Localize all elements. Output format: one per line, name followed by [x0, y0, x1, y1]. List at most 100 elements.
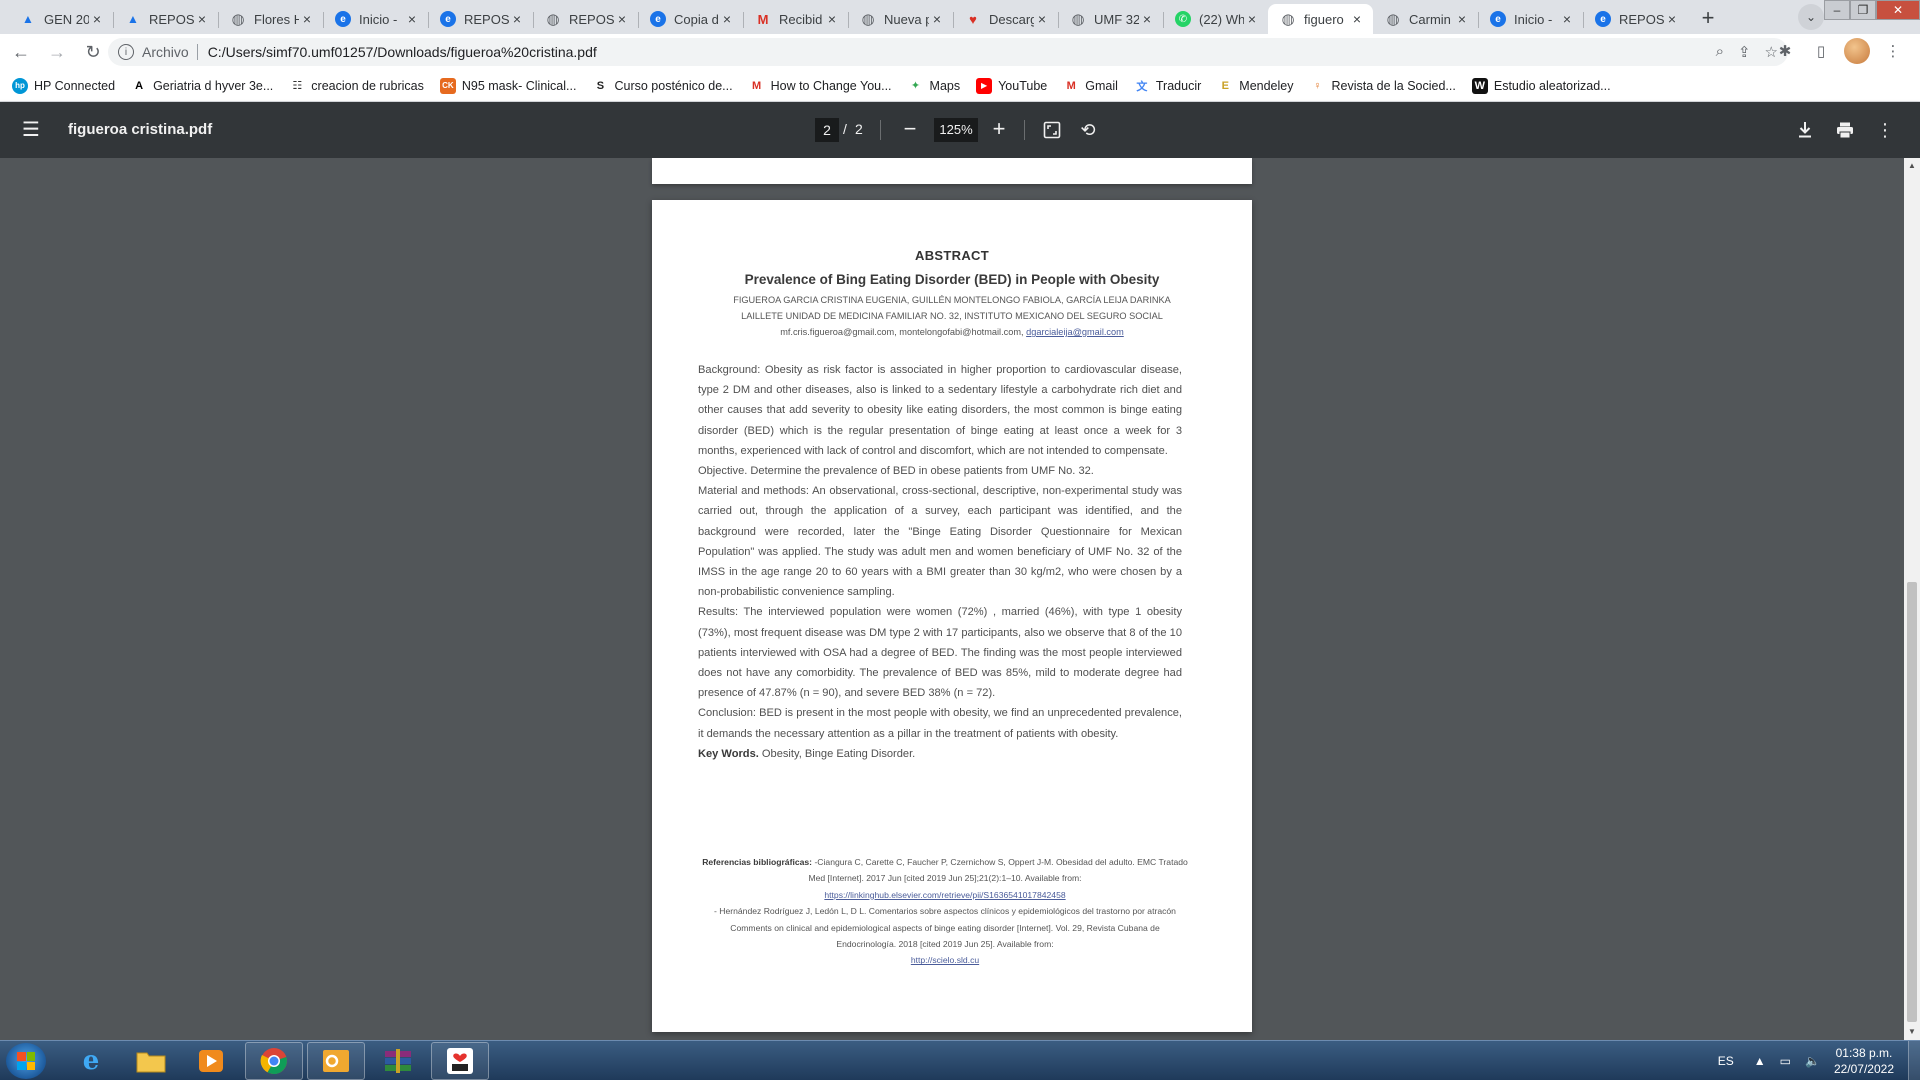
bookmark-item[interactable]: ♀ Revista de la Socied... — [1309, 78, 1456, 94]
close-tab-icon[interactable]: × — [1139, 11, 1155, 27]
close-tab-icon[interactable]: × — [1664, 11, 1680, 27]
close-tab-icon[interactable]: × — [1454, 11, 1470, 27]
browser-tab[interactable]: e Inicio - × — [1478, 4, 1583, 34]
browser-tab[interactable]: e REPOSI × — [428, 4, 533, 34]
language-indicator[interactable]: ES — [1718, 1054, 1734, 1068]
bookmark-item[interactable]: ☷ creacion de rubricas — [289, 78, 424, 94]
system-tray: ES ▲ ▭ 🔈 01:38 p.m. 22/07/2022 — [1718, 1041, 1920, 1080]
close-window-button[interactable]: ✕ — [1876, 0, 1920, 20]
media-player-icon[interactable] — [182, 1042, 240, 1080]
close-tab-icon[interactable]: × — [824, 11, 840, 27]
bookmark-item[interactable]: M How to Change You... — [749, 78, 892, 94]
download-button[interactable] — [1793, 118, 1817, 142]
address-bar[interactable]: i Archivo C:/Users/simf70.umf01257/Downl… — [108, 38, 1788, 66]
scrollbar-thumb[interactable] — [1907, 582, 1917, 1022]
pdf-viewport[interactable]: ABSTRACT Prevalence of Bing Eating Disor… — [0, 158, 1920, 1040]
conclusion-paragraph: Conclusion: BED is present in the most p… — [698, 707, 1182, 740]
browser-tab[interactable]: ◍ REPOSI × — [533, 4, 638, 34]
close-tab-icon[interactable]: × — [1034, 11, 1050, 27]
browser-tab[interactable]: ♥ Descarg × — [953, 4, 1058, 34]
internet-explorer-icon[interactable]: e — [62, 1042, 120, 1080]
side-panel-icon[interactable]: ▯ — [1808, 38, 1834, 64]
bookmark-item[interactable]: E Mendeley — [1217, 78, 1294, 94]
chevron-down-icon: ⌄ — [1805, 10, 1817, 24]
back-button[interactable]: ← — [6, 37, 36, 67]
minimize-button[interactable]: – — [1824, 0, 1850, 20]
abstract-title: Prevalence of Bing Eating Disorder (BED)… — [744, 272, 1160, 287]
bookmark-item[interactable]: ✦ Maps — [908, 78, 960, 94]
fit-to-page-button[interactable] — [1040, 118, 1064, 142]
bookmark-item[interactable]: CK N95 mask- Clinical... — [439, 77, 576, 94]
bookmark-item[interactable]: A Geriatria d hyver 3e... — [131, 78, 273, 94]
figure-icon: ♀ — [1313, 79, 1322, 92]
viewer-scrollbar[interactable]: ▲ ▼ — [1904, 158, 1920, 1040]
zoom-level-input[interactable]: 125% — [934, 118, 978, 142]
close-tab-icon[interactable]: × — [1349, 11, 1365, 27]
chrome-taskbar-button[interactable] — [245, 1042, 303, 1080]
browser-tab[interactable]: ▲ REPOSI × — [113, 4, 218, 34]
browser-tab[interactable]: M Recibid × — [743, 4, 848, 34]
email-link[interactable]: dgarcialeija@gmail.com — [1026, 327, 1124, 337]
forward-button[interactable]: → — [42, 37, 72, 67]
browser-tab[interactable]: e Inicio - × — [323, 4, 428, 34]
bookmark-item[interactable]: ▶ YouTube — [976, 77, 1047, 94]
close-tab-icon[interactable]: × — [1559, 11, 1575, 27]
maximize-button[interactable]: ❐ — [1850, 0, 1876, 20]
bookmark-item[interactable]: hp HP Connected — [12, 77, 116, 94]
browser-tab[interactable]: ◍ Nueva p × — [848, 4, 953, 34]
close-tab-icon[interactable]: × — [719, 11, 735, 27]
close-tab-icon[interactable]: × — [404, 11, 420, 27]
reference-1-link[interactable]: https://linkinghub.elsevier.com/retrieve… — [700, 887, 1190, 903]
zoom-in-button[interactable]: + — [987, 118, 1011, 142]
extensions-icon[interactable]: ✱ — [1772, 38, 1798, 64]
close-tab-icon[interactable]: × — [1244, 11, 1260, 27]
browser-tab[interactable]: ◍ Flores H × — [218, 4, 323, 34]
page-number-input[interactable]: 2 — [815, 118, 839, 142]
close-tab-icon[interactable]: × — [614, 11, 630, 27]
zoom-magnifier-icon[interactable]: ⌕ — [1716, 43, 1724, 61]
bookmark-label: HP Connected — [34, 78, 116, 93]
scroll-down-arrow-icon[interactable]: ▼ — [1904, 1024, 1920, 1040]
browser-tab[interactable]: ◍ UMF 32 × — [1058, 4, 1163, 34]
close-tab-icon[interactable]: × — [509, 11, 525, 27]
bookmark-item[interactable]: S Curso posténico de... — [592, 78, 733, 94]
browser-tab[interactable]: e REPOSI × — [1583, 4, 1688, 34]
tab-search-button[interactable]: ⌄ — [1798, 4, 1824, 30]
browser-tab[interactable]: ▲ GEN 20 × — [8, 4, 113, 34]
address-url[interactable]: C:/Users/simf70.umf01257/Downloads/figue… — [208, 44, 597, 60]
bookmark-item[interactable]: 文 Traducir — [1134, 78, 1201, 94]
close-tab-icon[interactable]: × — [929, 11, 945, 27]
close-tab-icon[interactable]: × — [194, 11, 210, 27]
outlook-taskbar-button[interactable] — [307, 1042, 365, 1080]
file-explorer-icon[interactable] — [122, 1042, 180, 1080]
browser-tab[interactable]: ◍ Carmin × — [1373, 4, 1478, 34]
new-tab-button[interactable]: + — [1694, 4, 1722, 32]
close-tab-icon[interactable]: × — [299, 11, 315, 27]
hamburger-menu-icon[interactable]: ☰ — [22, 119, 44, 141]
print-button[interactable] — [1833, 118, 1857, 142]
clock[interactable]: 01:38 p.m. 22/07/2022 — [1834, 1045, 1894, 1077]
bookmark-item[interactable]: M Gmail — [1063, 78, 1118, 94]
browser-tab[interactable]: ✆ (22) Wh × — [1163, 4, 1268, 34]
browser-tab[interactable]: e Copia d × — [638, 4, 743, 34]
show-desktop-button[interactable] — [1908, 1041, 1920, 1080]
scroll-up-arrow-icon[interactable]: ▲ — [1904, 158, 1920, 174]
reference-2-link[interactable]: http://scielo.sld.cu — [700, 952, 1190, 968]
close-tab-icon[interactable]: × — [89, 11, 105, 27]
bookmark-item[interactable]: W Estudio aleatorizad... — [1471, 77, 1611, 94]
browser-tab[interactable]: ◍ figuero × — [1268, 4, 1373, 34]
winrar-icon[interactable] — [369, 1042, 427, 1080]
zoom-out-button[interactable]: − — [898, 118, 922, 142]
rotate-button[interactable]: ⟲ — [1076, 118, 1100, 142]
reload-button[interactable]: ↻ — [78, 37, 108, 67]
network-icon[interactable]: ▭ — [1780, 1054, 1791, 1068]
profile-avatar[interactable] — [1844, 38, 1870, 64]
volume-icon[interactable]: 🔈 — [1805, 1054, 1820, 1068]
info-icon[interactable]: i — [118, 44, 134, 60]
more-actions-button[interactable]: ⋮ — [1873, 118, 1897, 142]
tray-expand-icon[interactable]: ▲ — [1754, 1054, 1766, 1068]
browser-menu-icon[interactable]: ⋮ — [1880, 38, 1906, 64]
ilovepdf-taskbar-button[interactable] — [431, 1042, 489, 1080]
start-button[interactable] — [6, 1043, 46, 1079]
share-icon[interactable]: ⇪ — [1738, 43, 1751, 61]
